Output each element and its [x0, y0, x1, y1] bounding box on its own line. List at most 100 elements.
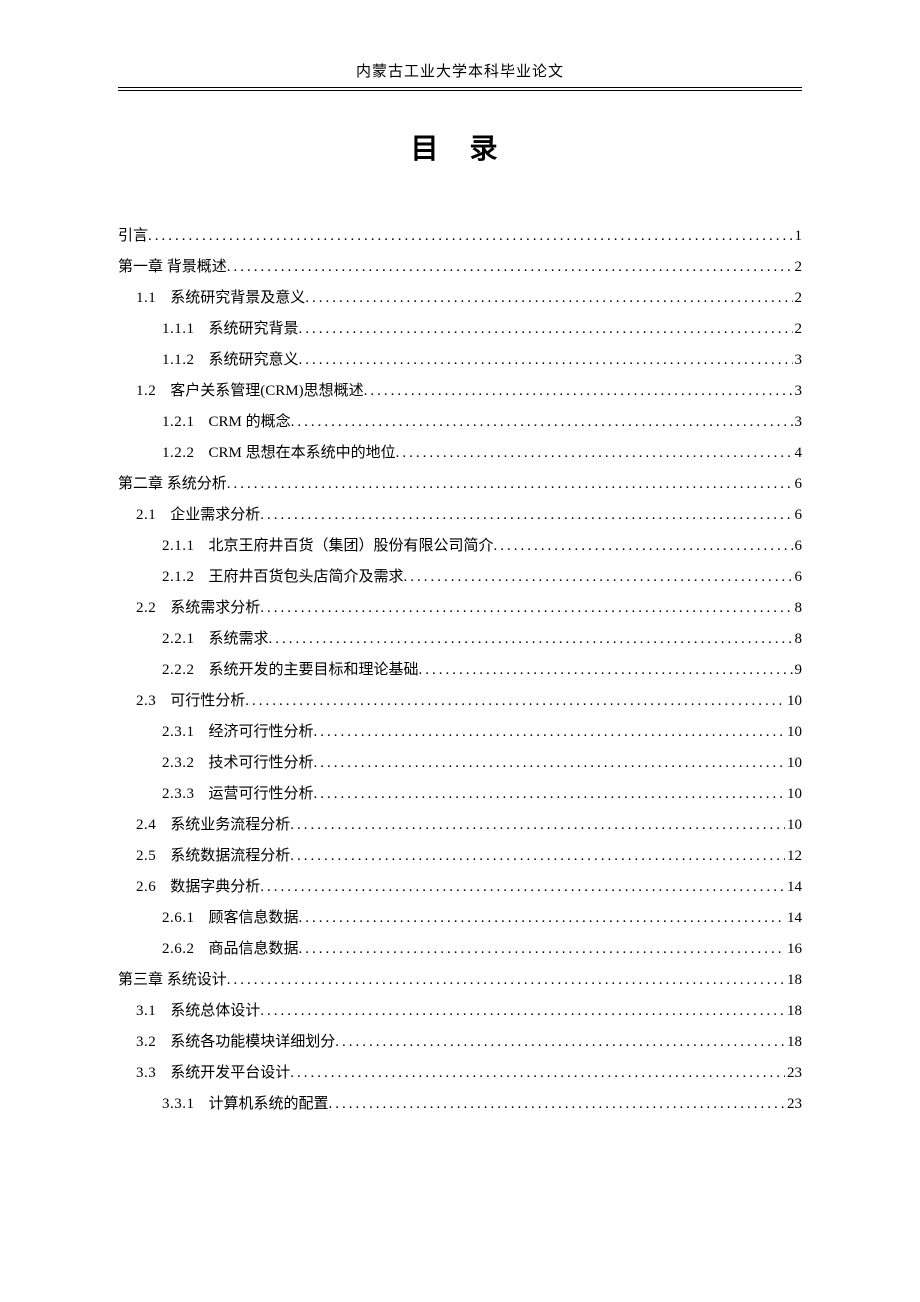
toc-leader-dots — [305, 283, 792, 313]
toc-leader-dots — [396, 438, 793, 468]
toc-entry: 3.2系统各功能模块详细划分18 — [118, 1027, 802, 1057]
toc-entry: 2.3.2技术可行性分析10 — [118, 748, 802, 778]
toc-entry: 2.6数据字典分析14 — [118, 872, 802, 902]
toc-entry-page: 10 — [785, 686, 802, 716]
toc-entry-label: 系统开发的主要目标和理论基础 — [209, 655, 419, 685]
toc-entry: 第三章 系统设计18 — [118, 965, 802, 995]
table-of-contents: 引言1第一章 背景概述21.1系统研究背景及意义21.1.1系统研究背景21.1… — [118, 221, 802, 1119]
toc-entry: 2.1.1北京王府井百货（集团）股份有限公司简介6 — [118, 531, 802, 561]
toc-entry-number: 2.1.1 — [162, 531, 195, 561]
toc-entry: 第二章 系统分析6 — [118, 469, 802, 499]
toc-leader-dots — [245, 686, 785, 716]
toc-entry-page: 16 — [785, 934, 802, 964]
toc-entry: 1.2客户关系管理(CRM)思想概述3 — [118, 376, 802, 406]
toc-entry: 3.1 系统总体设计 18 — [118, 996, 802, 1026]
toc-entry-label: 客户关系管理(CRM)思想概述 — [170, 376, 363, 406]
toc-entry: 2.3.1经济可行性分析10 — [118, 717, 802, 747]
toc-entry-number: 2.6 — [136, 872, 156, 902]
toc-entry-page: 14 — [785, 903, 802, 933]
toc-entry-number: 2.2.1 — [162, 624, 195, 654]
toc-leader-dots — [299, 903, 785, 933]
toc-entry-label: 第三章 系统设计 — [118, 965, 227, 995]
toc-leader-dots — [419, 655, 793, 685]
toc-entry-label: 系统各功能模块详细划分 — [170, 1027, 335, 1057]
toc-entry-label: 系统需求 — [209, 624, 269, 654]
toc-leader-dots — [290, 841, 785, 871]
toc-entry-number: 3.2 — [136, 1027, 156, 1057]
toc-entry-page: 6 — [793, 562, 803, 592]
toc-entry: 2.2系统需求分析8 — [118, 593, 802, 623]
toc-entry-number: 2.6.2 — [162, 934, 195, 964]
toc-entry-label: 商品信息数据 — [209, 934, 299, 964]
toc-entry-number: 2.3.2 — [162, 748, 195, 778]
toc-entry-label: 系统开发平台设计 — [170, 1058, 290, 1088]
toc-entry-label: 系统研究背景及意义 — [170, 283, 305, 313]
toc-entry-label: 运营可行性分析 — [209, 779, 314, 809]
header-rule — [118, 87, 802, 91]
toc-entry: 3.3系统开发平台设计23 — [118, 1058, 802, 1088]
toc-entry-number: 1.2.1 — [162, 407, 195, 437]
toc-entry-page: 3 — [793, 407, 803, 437]
toc-leader-dots — [404, 562, 793, 592]
toc-entry: 2.2.1 系统需求 8 — [118, 624, 802, 654]
toc-entry-number: 3.3 — [136, 1058, 156, 1088]
toc-entry-label: 第一章 背景概述 — [118, 252, 227, 282]
toc-entry-page: 2 — [793, 283, 803, 313]
toc-entry-page: 23 — [785, 1089, 802, 1119]
toc-leader-dots — [260, 593, 792, 623]
toc-entry-number: 3.1 — [136, 996, 156, 1026]
toc-entry-label: CRM 思想在本系统中的地位 — [209, 438, 396, 468]
toc-entry-page: 8 — [793, 593, 803, 623]
toc-entry-page: 2 — [793, 314, 803, 344]
toc-entry: 1.1.1系统研究背景2 — [118, 314, 802, 344]
toc-entry-label: 计算机系统的配置 — [209, 1089, 329, 1119]
toc-entry: 2.3.3运营可行性分析10 — [118, 779, 802, 809]
toc-entry-page: 12 — [785, 841, 802, 871]
toc-entry-number: 2.2.2 — [162, 655, 195, 685]
toc-entry-page: 10 — [785, 748, 802, 778]
toc-leader-dots — [227, 252, 793, 282]
toc-title: 目 录 — [118, 127, 802, 167]
toc-entry-label: 系统数据流程分析 — [170, 841, 290, 871]
toc-entry-label: 引言 — [118, 221, 148, 251]
toc-entry-label: 顾客信息数据 — [209, 903, 299, 933]
toc-entry-page: 3 — [793, 345, 803, 375]
toc-entry-page: 9 — [793, 655, 803, 685]
toc-leader-dots — [260, 500, 792, 530]
toc-entry: 2.6.1 顾客信息数据 14 — [118, 903, 802, 933]
toc-entry-page: 10 — [785, 779, 802, 809]
toc-entry: 第一章 背景概述2 — [118, 252, 802, 282]
toc-entry-number: 3.3.1 — [162, 1089, 195, 1119]
toc-leader-dots — [260, 996, 785, 1026]
toc-entry-number: 1.1.1 — [162, 314, 195, 344]
toc-entry-label: 第二章 系统分析 — [118, 469, 227, 499]
toc-entry-number: 1.1 — [136, 283, 156, 313]
toc-leader-dots — [291, 407, 793, 437]
toc-entry-page: 10 — [785, 810, 802, 840]
toc-entry-number: 2.6.1 — [162, 903, 195, 933]
toc-leader-dots — [314, 748, 785, 778]
toc-entry-label: 数据字典分析 — [170, 872, 260, 902]
toc-entry: 2.4系统业务流程分析10 — [118, 810, 802, 840]
toc-entry-page: 8 — [793, 624, 803, 654]
toc-entry: 2.6.2 商品信息数据 16 — [118, 934, 802, 964]
toc-leader-dots — [299, 314, 793, 344]
toc-entry-page: 18 — [785, 996, 802, 1026]
toc-entry-label: 经济可行性分析 — [209, 717, 314, 747]
toc-leader-dots — [148, 221, 792, 251]
toc-entry: 2.3可行性分析10 — [118, 686, 802, 716]
toc-entry-page: 3 — [793, 376, 803, 406]
toc-entry-page: 6 — [793, 531, 803, 561]
toc-entry-label: 系统研究意义 — [209, 345, 299, 375]
toc-leader-dots — [290, 1058, 785, 1088]
toc-entry-label: 系统总体设计 — [170, 996, 260, 1026]
toc-entry: 1.2.1CRM 的概念 3 — [118, 407, 802, 437]
toc-leader-dots — [335, 1027, 785, 1057]
toc-leader-dots — [299, 934, 785, 964]
toc-entry-label: 可行性分析 — [170, 686, 245, 716]
toc-entry: 引言1 — [118, 221, 802, 251]
toc-entry-page: 4 — [793, 438, 803, 468]
toc-entry: 3.3.1 计算机系统的配置 23 — [118, 1089, 802, 1119]
toc-leader-dots — [494, 531, 793, 561]
toc-entry-number: 2.1.2 — [162, 562, 195, 592]
